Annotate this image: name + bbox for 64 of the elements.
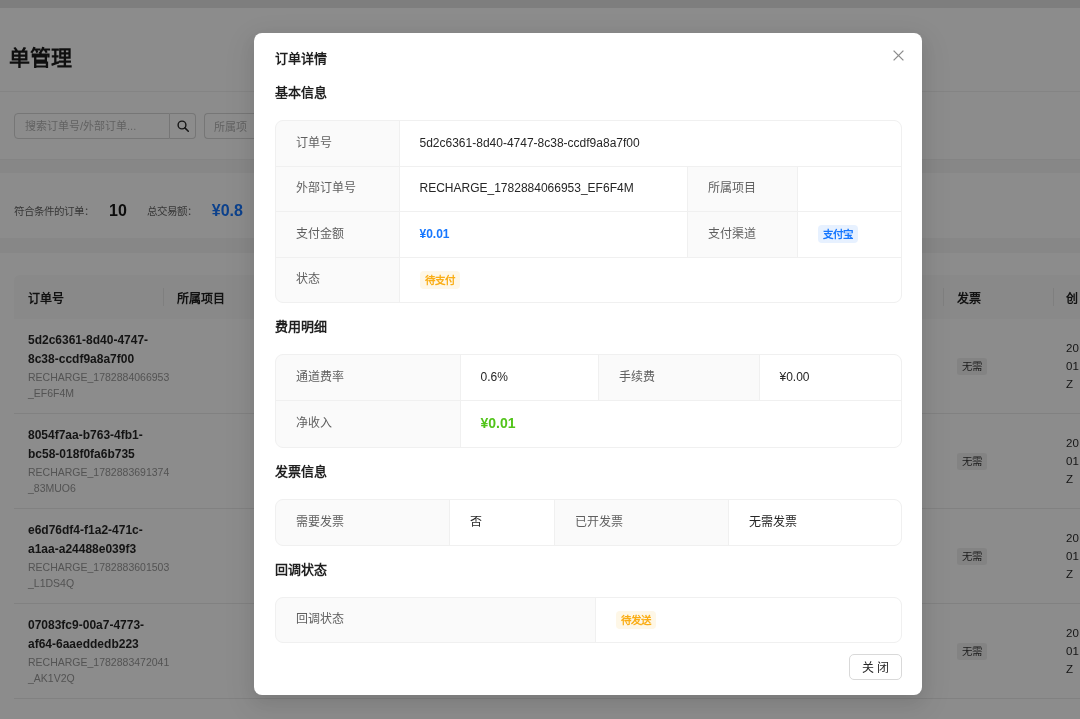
field-value: ¥0.00 — [779, 368, 810, 386]
field-label: 手续费 — [598, 355, 759, 400]
date-text: 20 — [1066, 531, 1079, 546]
column-header: 订单号 — [27, 290, 65, 308]
field-label: 外部订单号 — [275, 166, 399, 211]
date-text: 20 — [1066, 341, 1079, 356]
column-header: 创 — [1053, 275, 1080, 319]
field-value: 5d2c6361-8d40-4747-8c38-ccdf9a8a7f00 — [419, 134, 640, 152]
date-text: 20 — [1066, 626, 1079, 641]
date-text: 01 — [1066, 359, 1079, 374]
amount-text: ¥0.01 — [419, 225, 450, 243]
field-label: 通道费率 — [275, 355, 460, 400]
order-id: e6d76df4-f1a2-471c-a1aa-a24488e039f3 — [28, 522, 144, 558]
section-title: 发票信息 — [274, 463, 328, 481]
field-label: 状态 — [275, 257, 399, 302]
invoice-tag: 无需 — [957, 547, 987, 565]
close-icon[interactable] — [893, 50, 904, 61]
field-value: 0.6% — [480, 368, 508, 386]
stat-label: 总交易额： — [146, 204, 197, 218]
date-text: 01 — [1066, 549, 1079, 564]
external-order-id: RECHARGE_1782884066953_EF6F4M — [28, 370, 171, 401]
field-label: 需要发票 — [275, 500, 449, 545]
field-label: 净收入 — [275, 400, 460, 447]
date-text: 20 — [1066, 436, 1079, 451]
value-tag: 支付宝 — [817, 225, 858, 244]
field-value: 否 — [469, 513, 482, 531]
invoice-tag: 无需 — [957, 357, 987, 375]
section-title: 回调状态 — [274, 560, 328, 579]
field-label: 回调状态 — [275, 597, 595, 642]
field-label: 支付渠道 — [687, 212, 797, 257]
stat-label: 符合条件的订单： — [14, 204, 94, 218]
invoice-tag: 无需 — [957, 642, 987, 660]
order-id: 8054f7aa-b763-4fb1-bc58-018f0fa6b735 — [28, 427, 144, 463]
stat-value: 10 — [109, 201, 127, 220]
field-label: 所属项目 — [687, 166, 797, 211]
date-text: 01 — [1066, 644, 1079, 659]
date-text: Z — [1066, 472, 1074, 487]
field-label: 订单号 — [275, 121, 399, 166]
order-id: 07083fc9-00a7-4773-af64-6aaeddedb223 — [28, 617, 146, 653]
field-label: 支付金额 — [275, 212, 399, 257]
page-title: 单管理 — [9, 44, 72, 71]
date-text: Z — [1066, 567, 1074, 582]
order-id: 5d2c6361-8d40-4747-8c38-ccdf9a8a7f00 — [28, 332, 150, 368]
external-order-id: RECHARGE_1782883472041_AK1V2Q — [28, 655, 171, 686]
external-order-id: RECHARGE_1782883691374_83MUO6 — [28, 465, 171, 496]
value-tag: 待发送 — [615, 610, 656, 629]
external-order-id: RECHARGE_1782883601503_L1DS4Q — [28, 560, 171, 591]
field-value: 无需发票 — [748, 513, 797, 531]
date-text: 01 — [1066, 454, 1079, 469]
amount-text: ¥0.01 — [480, 414, 516, 434]
section-title: 费用明细 — [274, 318, 328, 336]
invoice-tag: 无需 — [957, 452, 987, 470]
close-button[interactable]: 关 闭 — [849, 653, 902, 680]
date-text: Z — [1066, 377, 1074, 392]
date-text: Z — [1066, 662, 1074, 677]
section-title: 基本信息 — [274, 84, 328, 102]
value-tag: 待支付 — [419, 270, 460, 289]
column-header: 发票 — [943, 275, 1053, 319]
search-button[interactable] — [170, 112, 196, 139]
field-label: 已开发票 — [554, 500, 728, 545]
field-value: RECHARGE_1782884066953_EF6F4M — [419, 180, 634, 198]
stat-value: ¥0.8 — [211, 201, 243, 220]
dialog-title: 订单详情 — [274, 50, 327, 68]
search-icon — [176, 119, 189, 132]
